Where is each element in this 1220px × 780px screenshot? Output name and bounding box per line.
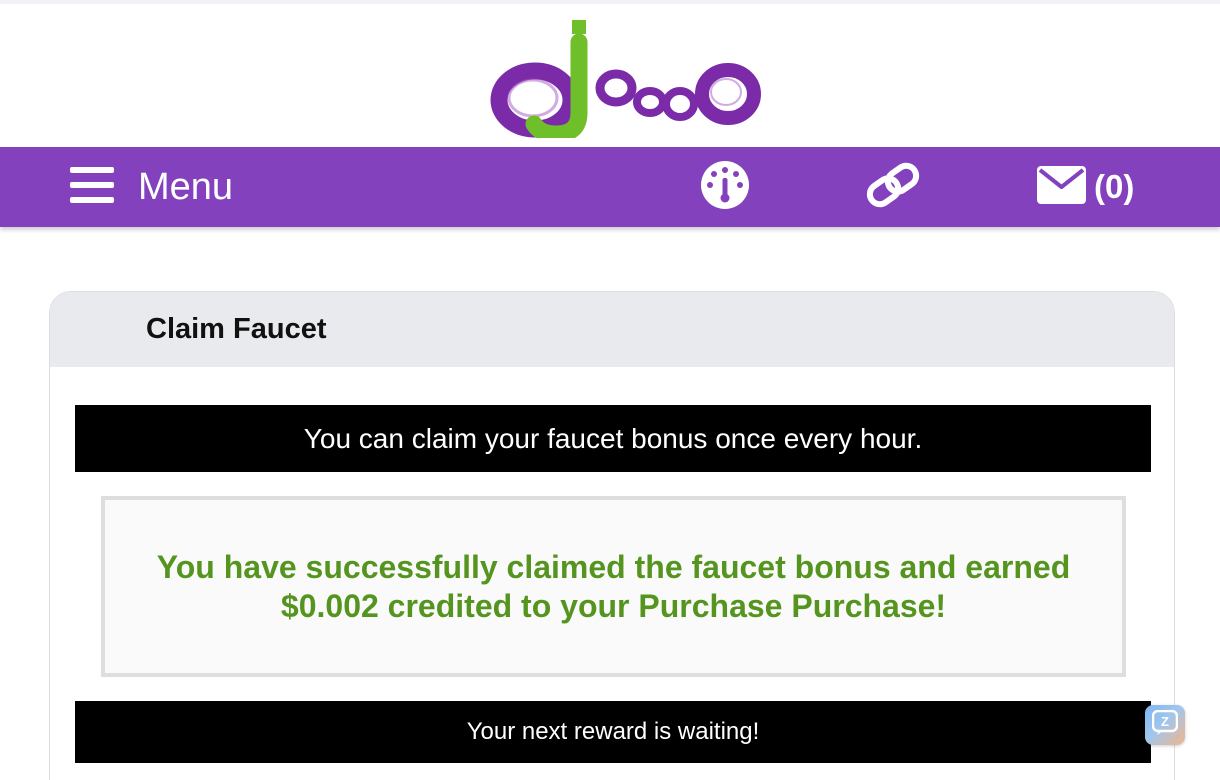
hamburger-icon [70, 166, 114, 209]
faucet-info-text: You can claim your faucet bonus once eve… [303, 422, 923, 454]
card-title: Claim Faucet [146, 313, 327, 345]
menu-button[interactable]: Menu [70, 147, 233, 227]
next-reward-banner: Your next reward is waiting! [75, 701, 1151, 763]
faucet-info-banner: You can claim your faucet bonus once eve… [75, 405, 1151, 472]
next-reward-text: Your next reward is waiting! [466, 718, 760, 745]
menu-label: Menu [138, 165, 234, 208]
messages-count: (0) [1094, 168, 1135, 205]
chat-widget-button[interactable]: Z [1145, 705, 1185, 745]
success-message-box: You have successfully claimed the faucet… [101, 496, 1126, 677]
top-navbar: Menu (0) [0, 147, 1220, 227]
chat-icon: Z [1151, 709, 1179, 741]
logo-bar [0, 4, 1220, 147]
dashboard-button[interactable] [700, 147, 750, 227]
messages-button[interactable]: (0) [1037, 147, 1134, 227]
dashboard-icon [700, 160, 750, 215]
success-message: You have successfully claimed the faucet… [156, 548, 1071, 624]
claim-faucet-card: Claim Faucet You can claim your faucet b… [49, 291, 1175, 780]
chat-letter: Z [1161, 714, 1169, 729]
card-header: Claim Faucet [50, 292, 1174, 367]
ojooo-logo[interactable] [490, 18, 765, 143]
referral-link-button[interactable] [864, 147, 922, 227]
envelope-icon [1037, 165, 1086, 209]
link-icon [864, 162, 922, 213]
